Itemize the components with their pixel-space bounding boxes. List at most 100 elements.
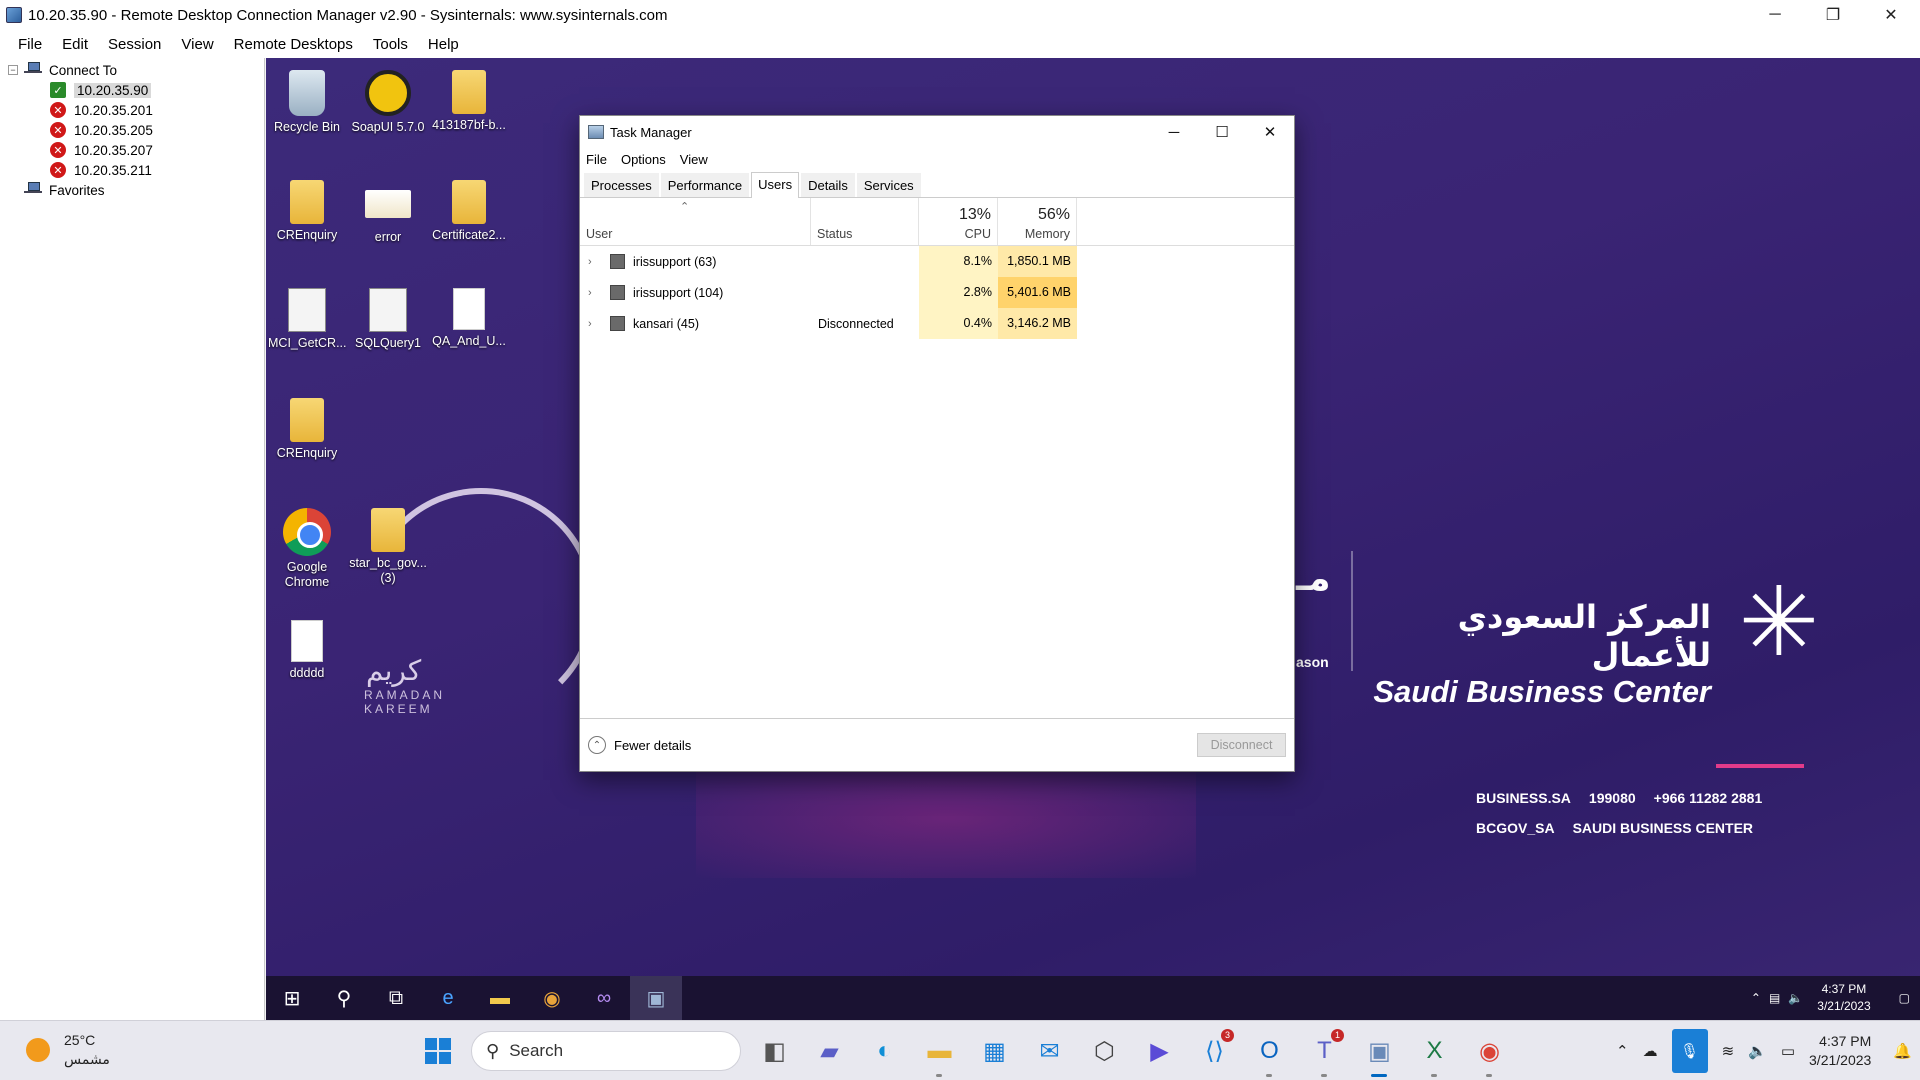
table-row[interactable]: › irissupport (104) 2.8% 5,401.6 MB — [580, 277, 1294, 308]
tree-group-favorites[interactable]: Favorites — [0, 180, 264, 200]
tree-group-connect-to[interactable]: − Connect To — [0, 60, 264, 80]
taskbar-search-box[interactable]: ⚲ Search — [471, 1031, 741, 1071]
desktop-icon-mci-getcr[interactable]: MCI_GetCR... — [268, 288, 347, 351]
column-header-user[interactable]: ⌃ User — [580, 198, 811, 245]
tm-menu-options[interactable]: Options — [621, 152, 666, 167]
weather-widget[interactable]: 25°C مشمس — [26, 1031, 110, 1069]
contact-row-1: BUSINESS.SA 199080 +966 11282 2881 — [1476, 790, 1762, 806]
power-automate-icon[interactable]: ▶ — [1132, 1021, 1187, 1080]
chevron-up-icon[interactable]: ⌃ — [1616, 1042, 1629, 1060]
column-header-cpu[interactable]: 13% CPU — [919, 198, 998, 245]
table-row[interactable]: › irissupport (63) 8.1% 1,850.1 MB — [580, 246, 1294, 277]
tab-services[interactable]: Services — [856, 173, 921, 197]
tm-menu-file[interactable]: File — [586, 152, 607, 167]
vscode-icon[interactable]: ⟨⟩ 3 — [1187, 1021, 1242, 1080]
tree-server-item[interactable]: ✕ 10.20.35.201 — [0, 100, 264, 120]
microphone-icon[interactable]: 🎙 — [1671, 1029, 1708, 1073]
document-icon — [291, 620, 323, 662]
column-header-status[interactable]: Status — [811, 198, 919, 245]
volume-icon[interactable]: 🔈 — [1788, 991, 1803, 1005]
desktop-icon-error[interactable]: error — [349, 180, 427, 245]
windows-logo-icon — [424, 1038, 451, 1064]
chrome-icon[interactable]: ◉ — [526, 976, 578, 1020]
desktop-icon-folder[interactable]: 413187bf-b... — [430, 70, 508, 133]
battery-icon[interactable]: ▭ — [1781, 1042, 1795, 1060]
desktop-icon-soapui[interactable]: SoapUI 5.7.0 — [349, 70, 427, 135]
tab-processes[interactable]: Processes — [584, 173, 659, 197]
menu-remote-desktops[interactable]: Remote Desktops — [224, 36, 363, 53]
tm-minimize-button[interactable]: ─ — [1150, 116, 1198, 148]
start-button[interactable] — [410, 1021, 465, 1080]
file-explorer-icon[interactable]: ▬ — [912, 1021, 967, 1080]
notification-icon[interactable]: ▢ — [1899, 991, 1910, 1005]
notification-bell-icon[interactable]: 🔔 — [1893, 1042, 1912, 1060]
task-view-icon[interactable]: ◧ — [747, 1021, 802, 1080]
visual-studio-icon[interactable]: ∞ — [578, 976, 630, 1020]
outlook-icon[interactable]: O — [1242, 1021, 1297, 1080]
menu-help[interactable]: Help — [418, 36, 469, 53]
tm-menu-view[interactable]: View — [680, 152, 708, 167]
tree-server-item[interactable]: ✓ 10.20.35.90 — [0, 80, 264, 100]
tree-server-item[interactable]: ✕ 10.20.35.207 — [0, 140, 264, 160]
task-view-icon[interactable]: ⧉ — [370, 976, 422, 1020]
tab-performance[interactable]: Performance — [660, 173, 750, 197]
chrome-icon[interactable]: ◉ — [1462, 1021, 1517, 1080]
table-row[interactable]: › kansari (45) Disconnected 0.4% 3,146.2… — [580, 308, 1294, 339]
chat-icon[interactable]: ▰ — [802, 1021, 857, 1080]
tm-close-button[interactable]: ✕ — [1246, 116, 1294, 148]
card-icon — [365, 190, 411, 218]
desktop-icon-certificate[interactable]: Certificate2... — [430, 180, 508, 243]
desktop-icon-crenquiry-zip[interactable]: CREnquiry — [268, 398, 346, 461]
desktop-icon-qa-and-u[interactable]: QA_And_U... — [430, 288, 508, 349]
website-label: BUSINESS.SA — [1476, 790, 1571, 806]
tab-users[interactable]: Users — [751, 172, 800, 198]
desktop-icon-ddddd[interactable]: ddddd — [268, 620, 346, 681]
collapse-icon[interactable]: − — [8, 65, 18, 75]
disconnect-button[interactable]: Disconnect — [1197, 733, 1286, 757]
search-icon[interactable]: ⚲ — [318, 976, 370, 1020]
internet-explorer-icon[interactable]: e — [422, 976, 474, 1020]
desktop-icon-star-bc-gov[interactable]: star_bc_gov... (3) — [349, 508, 427, 586]
menu-tools[interactable]: Tools — [363, 36, 418, 53]
network-icon[interactable]: ▤ — [1769, 991, 1780, 1005]
weather-temperature: 25°C — [64, 1032, 96, 1048]
rdcman-taskbar-icon[interactable]: ▣ — [1352, 1021, 1407, 1080]
restore-button[interactable]: ❐ — [1804, 0, 1862, 30]
edge-icon[interactable]: ◐ — [857, 1021, 912, 1080]
menu-session[interactable]: Session — [98, 36, 171, 53]
wifi-icon[interactable]: ≋ — [1722, 1042, 1735, 1060]
expand-chevron-icon[interactable]: › — [588, 318, 602, 330]
task-manager-taskbar-icon[interactable]: ▣ — [630, 976, 682, 1020]
menu-file[interactable]: File — [8, 36, 52, 53]
collapse-details-icon[interactable]: ⌃ — [588, 736, 606, 754]
volume-icon[interactable]: 🔈 — [1748, 1042, 1767, 1060]
tm-maximize-button[interactable]: ☐ — [1198, 116, 1246, 148]
remote-clock[interactable]: 4:37 PM 3/21/2023 — [1817, 981, 1870, 1015]
desktop-icon-google-chrome[interactable]: Google Chrome — [268, 508, 346, 590]
package-icon[interactable]: ⬡ — [1077, 1021, 1132, 1080]
tree-server-item[interactable]: ✕ 10.20.35.205 — [0, 120, 264, 140]
excel-icon[interactable]: X — [1407, 1021, 1462, 1080]
close-button[interactable]: ✕ — [1862, 0, 1920, 30]
onedrive-icon[interactable]: ☁ — [1643, 1042, 1658, 1060]
expand-chevron-icon[interactable]: › — [588, 256, 602, 268]
host-clock[interactable]: 4:37 PM 3/21/2023 — [1809, 1032, 1871, 1070]
microsoft-store-icon[interactable]: ▦ — [967, 1021, 1022, 1080]
fewer-details-link[interactable]: Fewer details — [614, 738, 691, 753]
desktop-icon-sqlquery1[interactable]: SQLQuery1 — [349, 288, 427, 351]
file-explorer-icon[interactable]: ▬ — [474, 976, 526, 1020]
teams-icon[interactable]: T1 — [1297, 1021, 1352, 1080]
minimize-button[interactable]: ─ — [1746, 0, 1804, 30]
tab-details[interactable]: Details — [801, 173, 855, 197]
desktop-icon-crenquiry[interactable]: CREnquiry — [268, 180, 346, 243]
expand-chevron-icon[interactable]: › — [588, 287, 602, 299]
menu-view[interactable]: View — [171, 36, 223, 53]
start-button[interactable]: ⊞ — [266, 976, 318, 1020]
mail-icon[interactable]: ✉ — [1022, 1021, 1077, 1080]
menu-edit[interactable]: Edit — [52, 36, 98, 53]
desktop-icon-label: star_bc_gov... (3) — [349, 556, 427, 585]
column-header-memory[interactable]: 56% Memory — [998, 198, 1077, 245]
tree-server-item[interactable]: ✕ 10.20.35.211 — [0, 160, 264, 180]
chevron-up-icon[interactable]: ⌃ — [1751, 991, 1761, 1005]
desktop-icon-recycle-bin[interactable]: Recycle Bin — [268, 70, 346, 135]
